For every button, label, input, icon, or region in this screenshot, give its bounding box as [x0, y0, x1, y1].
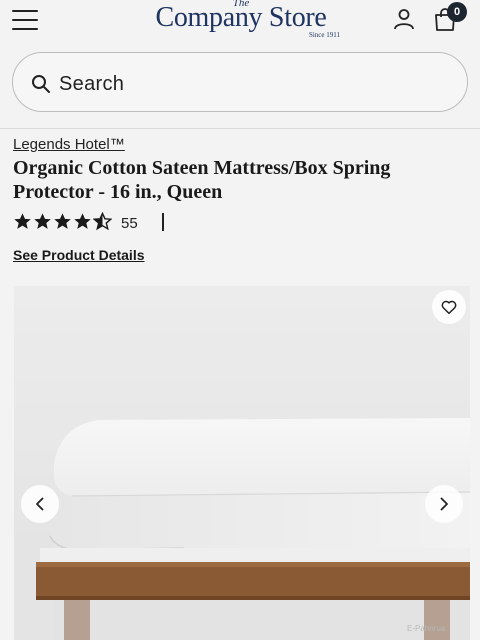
product-image-gallery[interactable] [14, 286, 470, 640]
product-photo [14, 286, 470, 640]
star-half-icon [93, 212, 112, 231]
cart-count-badge: 0 [447, 2, 467, 22]
product-title: Organic Cotton Sateen Mattress/Box Sprin… [13, 157, 391, 203]
gallery-prev-button[interactable] [21, 485, 59, 523]
gallery-next-button[interactable] [425, 485, 463, 523]
heart-outline-icon [441, 300, 457, 315]
header-divider [0, 128, 480, 129]
logo-name: Company Store [155, 2, 327, 33]
star-full-icon [54, 213, 71, 229]
star-full-icon [74, 213, 91, 229]
image-watermark: E-Pahnrua [407, 624, 446, 633]
search-input[interactable]: Search [12, 52, 468, 112]
star-rating [13, 212, 113, 231]
account-icon[interactable] [392, 7, 416, 31]
review-count: 55 [121, 215, 138, 232]
see-product-details-link[interactable]: See Product Details [13, 247, 145, 264]
rating-separator [162, 213, 164, 231]
star-full-icon [14, 213, 31, 229]
chevron-left-icon [36, 497, 44, 511]
chevron-right-icon [440, 497, 448, 511]
rating-summary[interactable]: 55 [13, 212, 213, 234]
brand-link[interactable]: Legends Hotel™ [13, 136, 125, 154]
search-placeholder: Search [59, 73, 125, 95]
company-store-logo[interactable]: The Company Store Since 1911 [138, 0, 344, 44]
logo-since: Since 1911 [308, 31, 340, 39]
hamburger-menu-icon[interactable] [12, 10, 38, 30]
wishlist-button[interactable] [432, 290, 466, 324]
search-icon [32, 75, 50, 93]
site-header: The Company Store Since 1911 0 [0, 0, 480, 44]
star-full-icon [34, 213, 51, 229]
